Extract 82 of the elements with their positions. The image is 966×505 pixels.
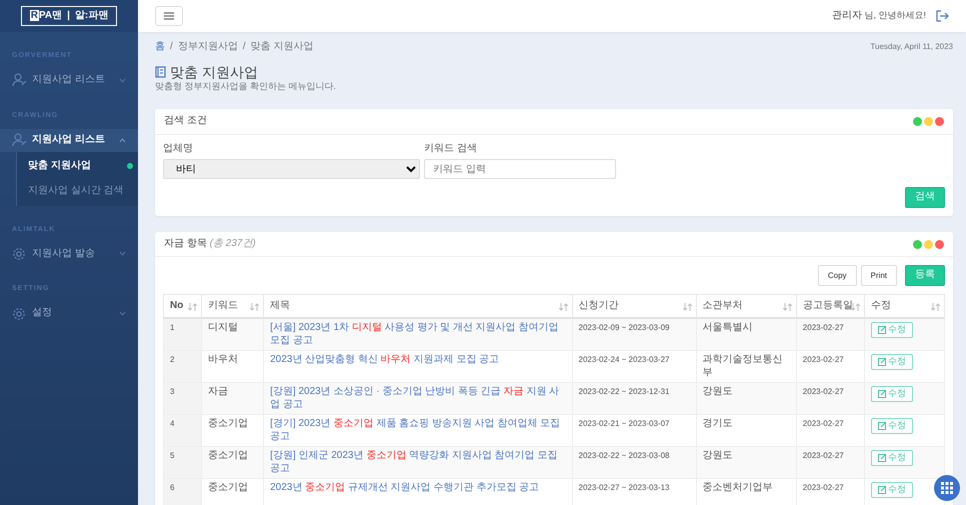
table-cell: 5 [170,451,174,460]
edit-icon [878,325,887,334]
menu-button[interactable] [155,6,183,26]
user-icon [12,133,26,147]
document-icon [155,66,166,78]
table-cell: 1 [170,323,174,332]
sidebar-item[interactable]: 지원사업 발송 [0,242,138,266]
table-cell: 2023-02-27 [802,323,844,332]
breadcrumb-item: 맞춤 지원사업 [250,41,314,54]
logout-icon[interactable] [936,10,949,22]
chevron-icon [119,78,126,83]
table-cell: 2023-02-09 ~ 2023-03-09 [578,323,670,332]
table-cell: 경기도 [702,418,733,430]
card-title: 자금 항목 (총 237건) [164,238,256,250]
sidebar-item[interactable]: 지원사업 리스트 [0,128,138,152]
table-cell: 2023-02-27 ~ 2023-03-13 [578,483,670,492]
table-cell: 2023-02-22 ~ 2023-03-08 [578,451,670,460]
greeting-text: 관리자 님, 안녕하세요! [832,10,926,22]
table-cell: 4 [170,419,174,428]
edit-icon [878,357,887,366]
toolbar-button[interactable]: Copy [818,265,857,286]
table-cell: 중소기업 [208,450,248,462]
table-cell: 2023-02-22 ~ 2023-12-31 [578,387,670,396]
table-cell: 서울특별시 [702,322,753,334]
table-cell: 2023-02-27 [802,387,844,396]
field-label: 업체명 [163,142,194,156]
keyword-field[interactable]: 키워드 입력 [424,159,616,180]
page-title: 맞춤 지원사업 [170,64,258,81]
column-header[interactable]: 신청기간 [578,300,619,311]
table-cell: 중소기업 [208,482,248,494]
table-cell: 2023-02-27 [802,451,844,460]
date-text: Tuesday, April 11, 2023 [870,42,953,52]
sidebar-item[interactable]: 지원사업 리스트 [0,68,138,92]
table-cell: 2023-02-24 ~ 2023-03-27 [578,355,670,364]
table-cell: 3 [170,387,174,396]
user-icon [12,73,26,88]
table-cell: 중소벤처기업부 [702,482,773,494]
menu-icon [164,12,174,20]
chevron-icon [119,251,126,256]
table-cell: 2023-02-27 [802,419,844,428]
table-cell: 바우처 [208,354,238,366]
gear-icon [12,306,26,320]
column-header[interactable]: No [170,300,184,311]
sidebar-item[interactable]: 설정 [0,302,138,325]
window-dots-icon [913,240,944,248]
column-header[interactable]: 소관부처 [702,300,743,311]
submenu-item[interactable]: 지원사업 실시간 검색 [17,178,138,204]
chevron-icon [119,138,126,142]
grid-icon [941,482,953,494]
table-cell: 강원도 [702,450,733,462]
logo[interactable]: RPA맨 | 알:파맨 [20,6,118,26]
table-cell: 자금 [208,386,228,398]
table-cell: 강원도 [702,386,733,398]
page-subtitle: 맞춤형 정부지원사업을 확인하는 메뉴입니다. [155,81,338,92]
breadcrumb-item[interactable]: 정부지원사업 [178,41,238,54]
table-cell: 2023-02-21 ~ 2023-03-07 [578,419,670,428]
edit-icon [878,453,887,462]
table-cell: 디지털 [208,322,238,334]
column-header[interactable]: 수정 [870,300,891,311]
submenu-item[interactable]: 맞춤 지원사업 [17,154,138,178]
column-header[interactable]: 제목 [270,300,290,311]
table-cell: 과학기술정보통신부 [702,354,783,378]
active-dot-icon [127,163,133,169]
gear-icon [12,246,26,261]
table-cell: 2023-02-27 [802,483,844,492]
edit-icon [878,421,887,430]
sort-icon[interactable] [850,302,860,311]
table-cell: 6 [170,483,174,492]
field-label: 키워드 검색 [424,142,478,156]
breadcrumb-item[interactable]: 홈 [155,41,165,54]
table-cell: 중소기업 [208,418,248,430]
table-cell: 2023-02-27 [802,355,844,364]
table-cell: 2 [170,355,174,364]
toolbar-button[interactable]: Print [860,265,897,286]
edit-icon [878,389,887,398]
edit-icon [878,485,887,494]
company-select[interactable]: 바티 [163,159,420,180]
breadcrumb-separator: / [242,41,246,54]
chevron-icon [119,311,126,316]
breadcrumb-separator: / [170,41,173,54]
window-dots-icon [913,117,944,126]
card-title: 검색 조건 [164,115,207,128]
